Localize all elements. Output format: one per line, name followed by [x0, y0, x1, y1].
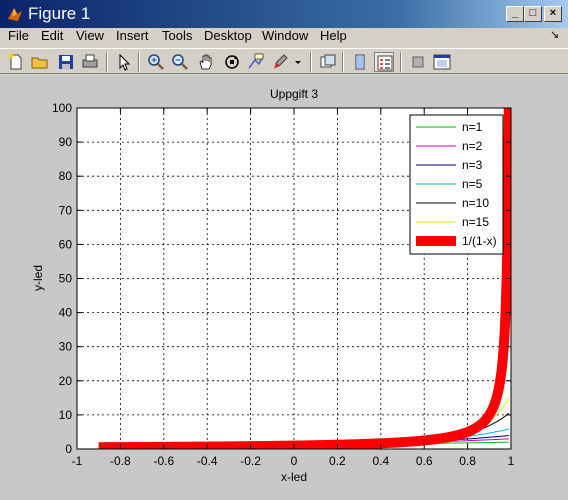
- y-tick-label: 90: [59, 135, 73, 149]
- brush-dropdown-icon[interactable]: [292, 52, 304, 72]
- menu-file[interactable]: File: [8, 28, 29, 43]
- insert-legend-icon[interactable]: [374, 52, 394, 72]
- legend-label: n=15: [462, 215, 489, 229]
- zoom-out-icon[interactable]: [170, 52, 190, 72]
- legend-label: n=10: [462, 196, 489, 210]
- matlab-icon: [8, 8, 22, 21]
- x-tick-label: 0.2: [329, 454, 346, 468]
- dock-arrow-icon[interactable]: ↘: [550, 28, 559, 41]
- brush-icon[interactable]: [270, 52, 290, 72]
- menu-view[interactable]: View: [76, 28, 104, 43]
- legend-label: 1/(1-x): [462, 234, 497, 248]
- y-tick-label: 50: [59, 272, 73, 286]
- y-tick-label: 0: [65, 442, 72, 456]
- x-tick-label: 0.8: [459, 454, 476, 468]
- y-tick-label: 60: [59, 237, 73, 251]
- save-icon[interactable]: [56, 52, 76, 72]
- y-tick-label: 20: [59, 374, 73, 388]
- maximize-button[interactable]: □: [524, 6, 542, 22]
- hide-plot-tools-icon[interactable]: [350, 52, 370, 72]
- pan-icon[interactable]: [196, 52, 216, 72]
- open-file-icon[interactable]: [30, 52, 50, 72]
- title-bar: Figure 1 _ □ ×: [0, 0, 568, 28]
- show-plot-tools-icon[interactable]: [432, 52, 452, 72]
- legend-label: n=2: [462, 139, 483, 153]
- x-tick-label: 0: [291, 454, 298, 468]
- menu-tools[interactable]: Tools: [162, 28, 192, 43]
- x-tick-label: -0.8: [110, 454, 131, 468]
- print-icon[interactable]: [80, 52, 100, 72]
- menu-insert[interactable]: Insert: [116, 28, 149, 43]
- menu-help[interactable]: Help: [320, 28, 347, 43]
- legend-label: n=3: [462, 158, 483, 172]
- link-plot-icon[interactable]: [318, 52, 338, 72]
- close-button[interactable]: ×: [544, 6, 562, 22]
- x-axis-label: x-led: [281, 470, 307, 484]
- menu-bar: File Edit View Insert Tools Desktop Wind…: [0, 28, 568, 48]
- plot-svg[interactable]: -1 -0.8 -0.6 -0.4 -0.2 0 0.2 0.4 0.6 0.8 101020304…: [0, 76, 568, 500]
- legend-label: n=5: [462, 177, 483, 191]
- data-cursor-icon[interactable]: [246, 52, 266, 72]
- x-tick-label: -0.2: [240, 454, 261, 468]
- minimize-button[interactable]: _: [506, 6, 524, 22]
- x-tick-label: 1: [508, 454, 515, 468]
- zoom-in-icon[interactable]: [146, 52, 166, 72]
- chart-title: Uppgift 3: [270, 87, 318, 101]
- x-tick-label: -0.4: [197, 454, 218, 468]
- x-tick-label: 0.4: [372, 454, 389, 468]
- select-arrow-icon[interactable]: [114, 52, 134, 72]
- y-tick-label: 30: [59, 340, 73, 354]
- y-tick-label: 10: [59, 408, 73, 422]
- figure-canvas: -1 -0.8 -0.6 -0.4 -0.2 0 0.2 0.4 0.6 0.8 1 0 10 20 30 4…: [0, 76, 568, 500]
- menu-window[interactable]: Window: [262, 28, 308, 43]
- x-tick-label: -1: [72, 454, 83, 468]
- y-tick-label: 40: [59, 306, 73, 320]
- y-tick-label: 80: [59, 169, 73, 183]
- y-axis-label: y-led: [31, 265, 45, 291]
- toggle-colorbar-icon[interactable]: [408, 52, 428, 72]
- new-figure-icon[interactable]: [6, 52, 26, 72]
- x-tick-label: -0.6: [153, 454, 174, 468]
- legend[interactable]: n=1 n=2 n=3 n=5 n=10 n=15 1/(1-x): [409, 114, 504, 255]
- window-title: Figure 1: [28, 4, 91, 23]
- y-tick-label: 100: [52, 101, 72, 115]
- y-tick-label: 70: [59, 203, 73, 217]
- menu-edit[interactable]: Edit: [41, 28, 63, 43]
- legend-label: n=1: [462, 120, 483, 134]
- x-tick-label: 0.6: [416, 454, 433, 468]
- rotate-3d-icon[interactable]: [222, 52, 242, 72]
- menu-desktop[interactable]: Desktop: [204, 28, 252, 43]
- toolbar: [0, 48, 568, 74]
